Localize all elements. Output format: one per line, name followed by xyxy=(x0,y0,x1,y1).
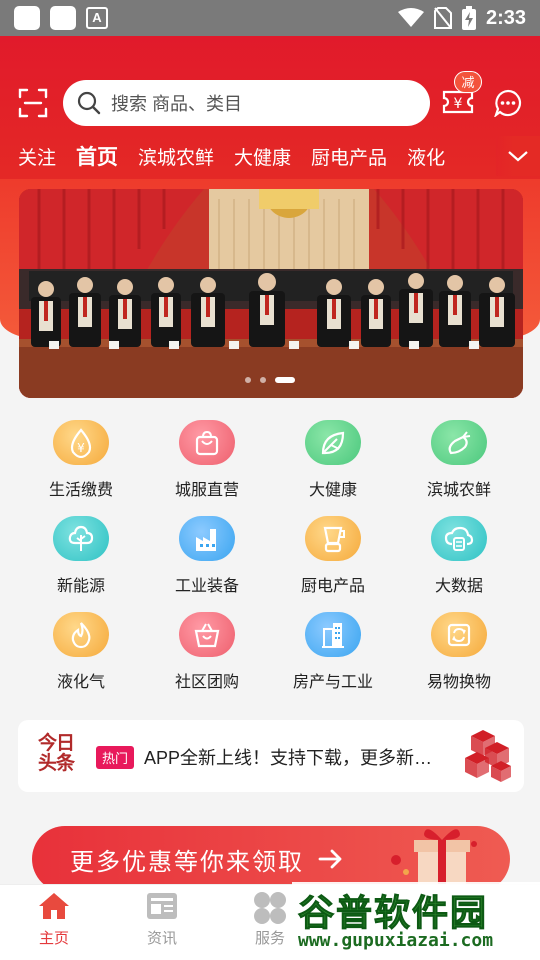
grid-label: 社区团购 xyxy=(174,674,239,691)
grid-label: 大数据 xyxy=(434,578,483,595)
money-drop-icon: ¥ xyxy=(53,420,109,465)
grid-item-new-energy[interactable]: 新能源 xyxy=(18,508,144,596)
grid-item-kitchen-appliances[interactable]: 厨电产品 xyxy=(270,508,396,596)
leaf-icon xyxy=(305,420,361,465)
nav-news[interactable]: 资讯 xyxy=(122,891,202,948)
grid-label: 大健康 xyxy=(308,482,357,499)
logo-line: 今日 xyxy=(38,733,75,754)
app-notification-icon: A xyxy=(86,7,108,29)
watermark-title: 谷普软件园 xyxy=(297,893,489,935)
notification-icon xyxy=(50,6,76,30)
tab-home[interactable]: 首页 xyxy=(76,141,118,171)
carousel-dot[interactable] xyxy=(260,377,266,383)
grid-item-living-payment[interactable]: ¥ 生活缴费 xyxy=(18,412,144,500)
grid-label: 滨城农鲜 xyxy=(426,482,491,499)
headline-news-bar[interactable]: 今日 头条 热门 APP全新上线！支持下载，更多新功能 xyxy=(18,720,524,792)
grid-item-fresh-produce[interactable]: 滨城农鲜 xyxy=(396,412,522,500)
watermark-url: www.gupuxiazai.com xyxy=(298,930,494,951)
grid-label: 房产与工业 xyxy=(292,674,373,691)
chevron-down-icon xyxy=(508,151,528,162)
basket-icon xyxy=(179,612,235,657)
discount-badge: 减 xyxy=(454,71,482,93)
tabs-expand-button[interactable] xyxy=(496,136,540,176)
search-placeholder: 搜索 商品、类目 xyxy=(111,94,243,114)
carousel-dot-active[interactable] xyxy=(275,377,295,383)
carousel-indicator xyxy=(245,377,295,383)
shopping-bag-icon xyxy=(179,420,235,465)
promo-text: 更多优惠等你来领取 xyxy=(70,848,304,876)
home-icon xyxy=(39,893,69,919)
category-tabs: 关注 首页 滨城农鲜 大健康 厨电产品 液化 xyxy=(0,136,540,176)
news-headline[interactable]: APP全新上线！支持下载，更多新功能 xyxy=(144,744,434,770)
category-grid: ¥ 生活缴费 城服直营 大健康 滨城农鲜 新能源 工业装备 厨电产品 大数据 液… xyxy=(18,412,522,692)
grid-item-barter[interactable]: 易物换物 xyxy=(396,604,522,692)
toutiao-logo: 今日 头条 xyxy=(38,734,78,774)
scan-icon[interactable] xyxy=(18,88,48,118)
grid-item-industrial-equipment[interactable]: 工业装备 xyxy=(144,508,270,596)
building-icon xyxy=(305,612,361,657)
grid-item-group-buy[interactable]: 社区团购 xyxy=(144,604,270,692)
tab-health[interactable]: 大健康 xyxy=(234,143,291,170)
message-icon[interactable] xyxy=(494,89,522,117)
grid-label: 城服直营 xyxy=(174,482,239,499)
svg-text:¥: ¥ xyxy=(77,441,85,455)
grid-label: 工业装备 xyxy=(174,578,239,595)
site-watermark: 谷普软件园 www.gupuxiazai.com xyxy=(292,882,540,960)
banner-image xyxy=(19,189,523,398)
gift-box-icon xyxy=(391,829,477,886)
tab-fresh-produce[interactable]: 滨城农鲜 xyxy=(138,143,214,170)
clock: 2:33 xyxy=(485,6,526,29)
banner-carousel[interactable] xyxy=(19,189,523,398)
grid-label: 新能源 xyxy=(56,578,105,595)
svg-text:¥: ¥ xyxy=(454,96,463,112)
exchange-icon xyxy=(431,612,487,657)
grid-item-lpg[interactable]: 液化气 xyxy=(18,604,144,692)
grid-label: 易物换物 xyxy=(426,674,491,691)
grid-label: 厨电产品 xyxy=(300,578,365,595)
services-icon xyxy=(254,892,286,924)
cloud-data-icon xyxy=(431,516,487,561)
tab-follow[interactable]: 关注 xyxy=(18,143,56,170)
tab-kitchen-appliances[interactable]: 厨电产品 xyxy=(311,143,387,170)
grid-label: 生活缴费 xyxy=(48,482,113,499)
notification-icon xyxy=(14,6,40,30)
cube-graphic-icon xyxy=(465,730,511,782)
hot-badge: 热门 xyxy=(96,746,135,769)
search-icon xyxy=(77,91,101,115)
flame-icon xyxy=(53,612,109,657)
nav-home[interactable]: 主页 xyxy=(14,891,94,948)
news-icon xyxy=(147,893,177,919)
battery-charging-icon xyxy=(461,6,476,30)
tree-icon xyxy=(53,516,109,561)
grid-item-big-data[interactable]: 大数据 xyxy=(396,508,522,596)
nav-label: 服务 xyxy=(254,930,285,947)
carousel-dot[interactable] xyxy=(245,377,251,383)
search-input[interactable]: 搜索 商品、类目 xyxy=(63,80,430,126)
tab-lpg[interactable]: 液化 xyxy=(407,143,445,170)
grid-item-health[interactable]: 大健康 xyxy=(270,412,396,500)
blender-icon xyxy=(305,516,361,561)
logo-line: 头条 xyxy=(38,753,75,774)
status-bar: A 2:33 xyxy=(0,0,540,36)
grid-item-city-service[interactable]: 城服直营 xyxy=(144,412,270,500)
wifi-icon xyxy=(397,8,424,27)
nav-label: 资讯 xyxy=(146,930,177,947)
factory-icon xyxy=(179,516,235,561)
vegetable-icon xyxy=(431,420,487,465)
arrow-right-icon xyxy=(318,849,342,869)
grid-label: 液化气 xyxy=(56,674,105,691)
no-sim-icon xyxy=(433,7,452,29)
grid-item-real-estate[interactable]: 房产与工业 xyxy=(270,604,396,692)
nav-label: 主页 xyxy=(38,930,69,947)
